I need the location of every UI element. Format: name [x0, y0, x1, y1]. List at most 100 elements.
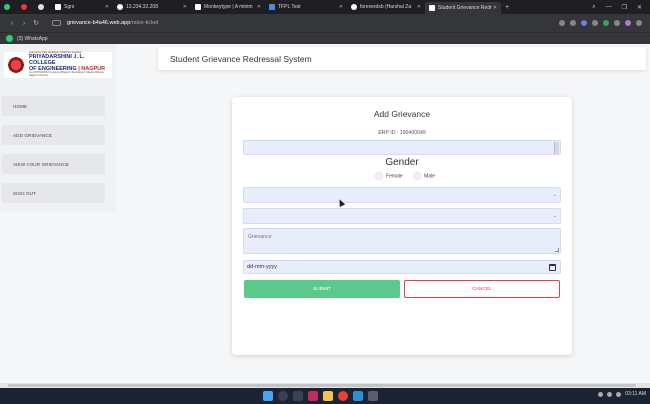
search-tabs-icon[interactable]: ⌕ [592, 4, 595, 11]
maximize-icon[interactable]: ❐ [622, 4, 627, 11]
chevron-down-icon: ⌄ [552, 192, 557, 198]
search-icon[interactable] [278, 391, 288, 401]
grievance-placeholder: Grievance [248, 234, 272, 240]
bookmark-whatsapp[interactable]: (3) WhatsApp [17, 36, 48, 42]
form-icon [269, 4, 275, 10]
app-icon[interactable] [368, 391, 378, 401]
reload-icon[interactable]: ↻ [30, 19, 42, 27]
url-host: grievance-b4a46.web.app [67, 20, 131, 26]
minimize-icon[interactable]: — [606, 4, 612, 11]
bookmarks-bar: (3) WhatsApp [0, 32, 650, 44]
tab-label: Student Grievance Redr [438, 5, 492, 11]
whatsapp-icon [4, 4, 10, 10]
clock[interactable]: 03:11 AM [625, 391, 646, 397]
tab-youtube[interactable] [17, 1, 34, 13]
youtube-icon [21, 4, 27, 10]
extension-icon[interactable] [559, 20, 565, 26]
extensions [559, 20, 650, 26]
settings-icon [38, 4, 44, 10]
department-select[interactable]: ⌄ [243, 187, 561, 203]
forward-icon[interactable]: › [18, 20, 30, 27]
tab-sgrs[interactable]: Sgrs ✕ [51, 1, 113, 13]
page-title: Student Grievance Redressal System [170, 53, 312, 64]
page: Lokmanya Tilak Jankalyan Shikshan Sansth… [0, 44, 650, 384]
tab-grievance[interactable]: Student Grievance Redr ✕ [425, 2, 501, 14]
close-icon[interactable]: ✕ [257, 4, 261, 10]
close-icon[interactable]: ✕ [417, 4, 421, 10]
sidebar-item-home[interactable]: HOME [2, 96, 105, 116]
erp-id: ERP ID : 190400049 [378, 130, 426, 136]
chevron-down-icon: ⌄ [552, 213, 557, 219]
github-icon [351, 4, 357, 10]
male-label: Male [424, 173, 435, 180]
volume-icon[interactable] [607, 391, 613, 397]
url-path: /raise-ticket [130, 20, 159, 26]
extension-icon[interactable] [581, 20, 587, 26]
sidebar-item-add-grievance[interactable]: ADD GRIEVANCE [2, 125, 105, 145]
page-icon [429, 5, 435, 11]
tab-label: foreverdsb (Harshal Za [360, 4, 412, 10]
extension-icon[interactable] [603, 20, 609, 26]
gender-radio-group: Female Male [232, 172, 572, 180]
tab-label: 13.234.32.208 [126, 4, 158, 10]
tab-monkeytype[interactable]: Monkeytype | A minim ✕ [191, 1, 265, 13]
type-select[interactable]: ⌄ [243, 208, 561, 224]
start-icon[interactable] [263, 391, 273, 401]
page-header: Student Grievance Redressal System [158, 47, 646, 70]
calendar-icon[interactable] [549, 264, 556, 271]
task-view-icon[interactable] [293, 391, 303, 401]
close-window-icon[interactable]: ✕ [637, 4, 642, 11]
tab-settings[interactable] [34, 1, 51, 13]
radio-female[interactable] [375, 172, 384, 180]
keyboard-icon [195, 4, 201, 10]
close-icon[interactable]: ✕ [183, 4, 187, 10]
file-explorer-icon[interactable] [323, 391, 333, 401]
browser-tab-bar: Sgrs ✕ 13.234.32.208 ✕ Monkeytype | A mini… [0, 0, 650, 14]
url-field[interactable]: grievance-b4a46.web.app/raise-ticket [52, 20, 158, 26]
extension-icon[interactable] [570, 20, 576, 26]
female-label: Female [386, 173, 403, 180]
globe-icon [117, 4, 123, 10]
emblem-icon [6, 55, 26, 75]
tab-label: TFPL Test [278, 4, 301, 10]
extension-icon[interactable] [592, 20, 598, 26]
vscode-icon[interactable] [353, 391, 363, 401]
tab-label: Sgrs [64, 4, 75, 10]
tab-label: Monkeytype | A minim [204, 4, 253, 10]
close-icon[interactable]: ✕ [493, 5, 497, 11]
category-select[interactable] [243, 140, 561, 155]
chrome-icon[interactable] [338, 391, 348, 401]
system-tray: 03:11 AM [598, 391, 646, 397]
site-info-icon[interactable] [52, 20, 61, 26]
new-tab-button[interactable]: + [501, 1, 513, 13]
grievance-textarea[interactable]: Grievance [243, 228, 561, 254]
tab-ip[interactable]: 13.234.32.208 ✕ [113, 1, 191, 13]
tab-whatsapp[interactable] [0, 1, 17, 13]
date-placeholder: dd-mm-yyyy [247, 264, 277, 270]
profile-icon[interactable] [625, 20, 631, 26]
app-icon[interactable] [308, 391, 318, 401]
cancel-button[interactable]: CANCEL [404, 280, 560, 298]
tab-github[interactable]: foreverdsb (Harshal Za ✕ [347, 1, 425, 13]
taskbar: 03:11 AM [0, 388, 650, 404]
extension-icon[interactable] [614, 20, 620, 26]
taskbar-apps [263, 391, 378, 401]
menu-icon[interactable] [636, 20, 642, 26]
close-icon[interactable]: ✕ [105, 4, 109, 10]
wifi-icon[interactable] [598, 391, 604, 397]
resize-handle-icon[interactable] [555, 248, 559, 252]
tab-tfpl[interactable]: TFPL Test ✕ [265, 1, 347, 13]
logo-line4: An AUTONOMOUS Institute Affiliated to Ra… [29, 71, 104, 77]
address-bar: ‹ › ↻ grievance-b4a46.web.app/raise-tick… [0, 14, 650, 32]
college-logo: Lokmanya Tilak Jankalyan Shikshan Sansth… [4, 52, 112, 78]
close-icon[interactable]: ✕ [339, 4, 343, 10]
battery-icon[interactable] [616, 391, 622, 397]
sidebar-item-sign-out[interactable]: SIGN OUT [2, 183, 105, 203]
sidebar-item-view-grievance[interactable]: VIEW YOUR GRIEVANCE [2, 154, 105, 174]
scrollbar-thumb[interactable] [8, 384, 636, 387]
radio-male[interactable] [413, 172, 422, 180]
spinner-icon[interactable] [554, 142, 559, 154]
submit-button[interactable]: SUBMIT [244, 280, 400, 298]
back-icon[interactable]: ‹ [6, 20, 18, 27]
date-input[interactable]: dd-mm-yyyy [243, 260, 561, 274]
